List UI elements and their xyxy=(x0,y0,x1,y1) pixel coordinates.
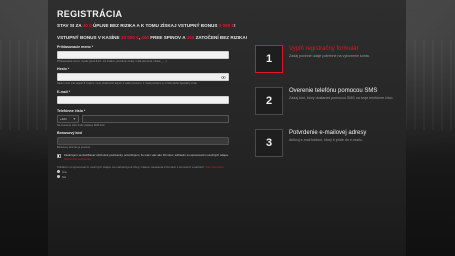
step-description: Zadaj kód, ktorý dostaneš pomocou SMS na… xyxy=(289,96,394,100)
email-input[interactable] xyxy=(57,95,229,104)
marketing-radio-no[interactable]: Nie xyxy=(57,175,229,179)
username-hint: Prihlasovacie meno: mystic (prvé 8-16 : … xyxy=(57,60,167,63)
step-description: Aktivuj e-mail kódom, ktorý ti príde do … xyxy=(289,138,363,142)
phone-prefix-select[interactable]: +421 ▼ xyxy=(57,114,79,123)
eye-icon[interactable] xyxy=(221,75,226,80)
promo-line-2: VSTUPNÝ BONUS V KASÍNE 10 000 €, 440 FRE… xyxy=(57,35,248,40)
phone-hint: Na overenie Vám bude zaslaný SMS kód. xyxy=(57,123,106,127)
step-title: Vyplň registračný formulár xyxy=(289,46,359,52)
step-title: Overenie telefónu pomocou SMS xyxy=(289,88,378,94)
phone-row: +421 ▼ xyxy=(57,114,229,123)
radio-button[interactable] xyxy=(57,175,60,179)
registration-form: Prihlasovacie meno * Prihlasovacie meno:… xyxy=(57,45,229,179)
bonus-code-hint: Bonusový kód nie je povinný. xyxy=(57,146,91,150)
terms-consent-row: Zaväzujem sa dodržiavať obchodné podmien… xyxy=(57,153,229,161)
chevron-down-icon: ▼ xyxy=(73,116,76,121)
step-title: Potvrdenie e-mailovej adresy xyxy=(289,130,367,136)
terms-consent-text: Zaväzujem sa dodržiavať obchodné podmien… xyxy=(64,152,229,161)
terms-checkbox[interactable] xyxy=(57,153,61,158)
radio-button[interactable] xyxy=(57,170,60,174)
bonus-code-label: Bonusový kód xyxy=(57,131,82,136)
step-2: 2 Overenie telefónu pomocou SMS Zadaj kó… xyxy=(255,87,395,118)
password-hint: Heslo musí mať aspoň 8 znakov, musí obsa… xyxy=(57,82,198,86)
marketing-info-link[interactable]: Viac informácií xyxy=(205,165,223,169)
step-number: 3 xyxy=(255,129,283,157)
registration-steps: 1 Vyplň registračný formulár Zadaj povin… xyxy=(255,45,395,171)
registration-header: REGISTRÁCIA STAV SI ZA 40 € ÚPLNE BEZ RI… xyxy=(57,9,307,43)
step-3: 3 Potvrdenie e-mailovej adresy Aktivuj e… xyxy=(255,129,395,160)
step-description: Zadaj povinné údaje potrebné na vytvoren… xyxy=(289,54,370,58)
step-1: 1 Vyplň registračný formulár Zadaj povin… xyxy=(255,45,395,76)
marketing-consent-text: Súhlasím so spracovaním osobných údajov … xyxy=(57,164,224,169)
email-label: E-mail * xyxy=(57,89,71,94)
promo-line-1: STAV SI ZA 40 € ÚPLNE BEZ RIZIKA A K TOM… xyxy=(57,23,236,28)
step-number: 2 xyxy=(255,87,283,115)
password-label: Heslo * xyxy=(57,67,70,72)
step-number: 1 xyxy=(255,45,283,73)
bonus-code-input[interactable] xyxy=(57,137,229,146)
phone-label: Telefónne číslo * xyxy=(57,108,86,113)
password-input[interactable] xyxy=(57,73,229,82)
username-label: Prihlasovacie meno * xyxy=(57,45,94,49)
terms-link[interactable]: Obchodné podmienky xyxy=(64,157,91,161)
marketing-radio-yes[interactable]: Áno xyxy=(57,170,229,174)
phone-input[interactable] xyxy=(82,114,229,123)
username-input[interactable] xyxy=(57,51,229,59)
page-title: REGISTRÁCIA xyxy=(57,9,123,19)
